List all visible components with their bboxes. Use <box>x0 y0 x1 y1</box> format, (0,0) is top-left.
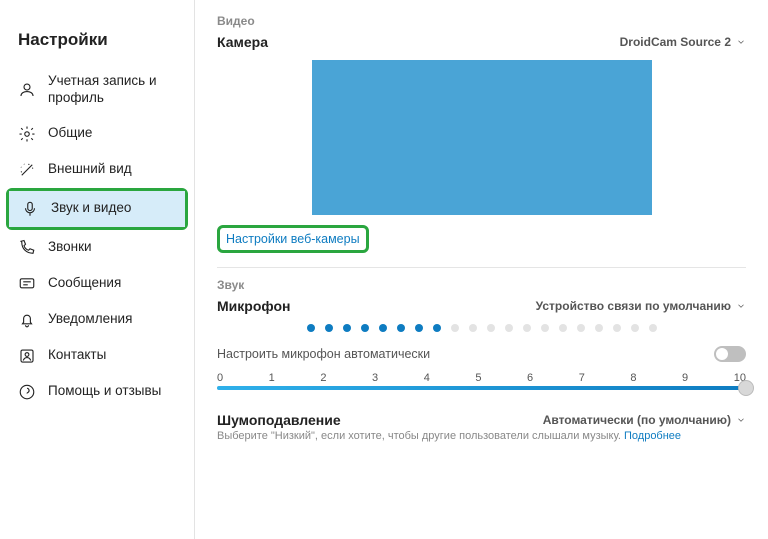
slider-tick: 0 <box>217 372 223 384</box>
sidebar-item-label: Учетная запись и профиль <box>48 73 180 107</box>
mic-level-dot <box>469 324 477 332</box>
mic-level-dot <box>325 324 333 332</box>
camera-selector[interactable]: DroidCam Source 2 <box>620 35 746 49</box>
auto-adjust-row: Настроить микрофон автоматически <box>217 346 746 362</box>
mic-level-dot <box>541 324 549 332</box>
microphone-level-meter <box>217 324 746 332</box>
mic-level-dot <box>397 324 405 332</box>
microphone-volume-slider[interactable]: 012345678910 <box>217 372 746 406</box>
slider-fill <box>217 386 746 390</box>
slider-tick: 1 <box>269 372 275 384</box>
sidebar-item-label: Сообщения <box>48 275 121 292</box>
slider-tick: 9 <box>682 372 688 384</box>
audio-section-label: Звук <box>217 278 746 292</box>
bell-icon <box>18 311 36 329</box>
mic-level-dot <box>487 324 495 332</box>
mic-level-dot <box>505 324 513 332</box>
video-section-label: Видео <box>217 14 746 28</box>
sidebar-item-account[interactable]: Учетная запись и профиль <box>0 64 194 116</box>
chevron-down-icon <box>736 301 746 311</box>
mic-level-dot <box>631 324 639 332</box>
gear-icon <box>18 125 36 143</box>
highlight-audio-video: Звук и видео <box>6 188 188 230</box>
microphone-icon <box>21 200 39 218</box>
mic-level-dot <box>559 324 567 332</box>
sidebar-item-audio-video[interactable]: Звук и видео <box>9 191 185 227</box>
sidebar-item-label: Звук и видео <box>51 200 131 217</box>
sidebar-item-messages[interactable]: Сообщения <box>0 266 194 302</box>
mic-level-dot <box>433 324 441 332</box>
noise-selector-value: Автоматически (по умолчанию) <box>543 413 731 427</box>
mic-level-dot <box>415 324 423 332</box>
mic-level-dot <box>595 324 603 332</box>
sidebar-item-label: Помощь и отзывы <box>48 383 161 400</box>
camera-preview <box>312 60 652 215</box>
sidebar-item-notifications[interactable]: Уведомления <box>0 302 194 338</box>
sidebar-item-label: Уведомления <box>48 311 132 328</box>
sidebar-item-calls[interactable]: Звонки <box>0 230 194 266</box>
slider-tick: 7 <box>579 372 585 384</box>
mic-level-dot <box>523 324 531 332</box>
slider-tick-labels: 012345678910 <box>217 372 746 384</box>
chevron-down-icon <box>736 415 746 425</box>
noise-desc-text: Выберите "Низкий", если хотите, чтобы др… <box>217 430 624 442</box>
settings-sidebar: Настройки Учетная запись и профиль Общие… <box>0 0 195 539</box>
sidebar-item-label: Звонки <box>48 239 92 256</box>
mic-level-dot <box>379 324 387 332</box>
sidebar-item-label: Внешний вид <box>48 161 132 178</box>
wand-icon <box>18 161 36 179</box>
microphone-label: Микрофон <box>217 298 290 314</box>
noise-title: Шумоподавление <box>217 412 341 428</box>
webcam-settings-link[interactable]: Настройки веб-камеры <box>220 228 366 250</box>
slider-track <box>217 386 746 390</box>
mic-level-dot <box>613 324 621 332</box>
settings-main: Видео Камера DroidCam Source 2 Настройки… <box>195 0 768 539</box>
chevron-down-icon <box>736 37 746 47</box>
sidebar-item-help[interactable]: Помощь и отзывы <box>0 374 194 410</box>
slider-tick: 8 <box>630 372 636 384</box>
sidebar-item-appearance[interactable]: Внешний вид <box>0 152 194 188</box>
auto-adjust-toggle[interactable] <box>714 346 746 362</box>
mic-level-dot <box>307 324 315 332</box>
highlight-webcam-settings: Настройки веб-камеры <box>217 225 369 253</box>
slider-tick: 6 <box>527 372 533 384</box>
slider-tick: 4 <box>424 372 430 384</box>
slider-tick: 5 <box>475 372 481 384</box>
noise-more-link[interactable]: Подробнее <box>624 430 681 442</box>
sidebar-item-general[interactable]: Общие <box>0 116 194 152</box>
noise-description: Выберите "Низкий", если хотите, чтобы др… <box>217 430 746 442</box>
sidebar-item-label: Общие <box>48 125 92 142</box>
contacts-icon <box>18 347 36 365</box>
noise-row: Шумоподавление Автоматически (по умолчан… <box>217 412 746 428</box>
help-icon <box>18 383 36 401</box>
mic-level-dot <box>649 324 657 332</box>
microphone-row: Микрофон Устройство связи по умолчанию <box>217 298 746 314</box>
auto-adjust-label: Настроить микрофон автоматически <box>217 347 430 361</box>
phone-icon <box>18 239 36 257</box>
mic-level-dot <box>343 324 351 332</box>
mic-level-dot <box>361 324 369 332</box>
user-icon <box>18 81 36 99</box>
mic-level-dot <box>451 324 459 332</box>
slider-thumb[interactable] <box>738 380 754 396</box>
message-icon <box>18 275 36 293</box>
camera-row: Камера DroidCam Source 2 <box>217 34 746 50</box>
slider-tick: 2 <box>320 372 326 384</box>
settings-title: Настройки <box>0 20 194 64</box>
slider-tick: 3 <box>372 372 378 384</box>
camera-selector-value: DroidCam Source 2 <box>620 35 731 49</box>
camera-label: Камера <box>217 34 268 50</box>
separator <box>217 267 746 268</box>
mic-level-dot <box>577 324 585 332</box>
sidebar-item-label: Контакты <box>48 347 106 364</box>
sidebar-item-contacts[interactable]: Контакты <box>0 338 194 374</box>
microphone-selector[interactable]: Устройство связи по умолчанию <box>536 299 746 313</box>
microphone-selector-value: Устройство связи по умолчанию <box>536 299 731 313</box>
noise-selector[interactable]: Автоматически (по умолчанию) <box>543 413 746 427</box>
